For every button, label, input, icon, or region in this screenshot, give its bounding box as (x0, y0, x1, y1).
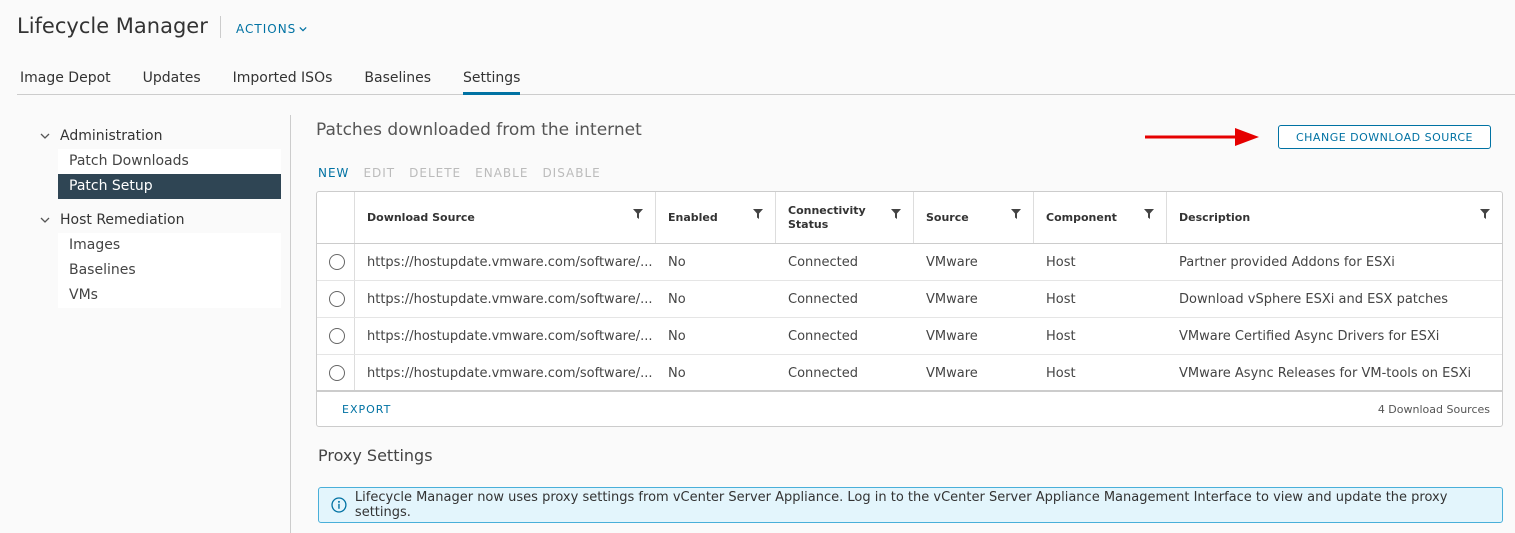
new-button[interactable]: NEW (318, 166, 349, 180)
cell-connectivity-status: Connected (788, 291, 859, 307)
chevron-down-icon (299, 26, 307, 32)
grid-footer: EXPORT 4 Download Sources (317, 390, 1502, 426)
cell-description: Partner provided Addons for ESXi (1179, 254, 1395, 270)
table-row[interactable]: https://hostupdate.vmware.com/software/.… (317, 355, 1502, 392)
cell-connectivity-status: Connected (788, 254, 859, 270)
cell-component: Host (1046, 365, 1076, 381)
tab-baselines[interactable]: Baselines (364, 62, 431, 95)
column-header-download-source[interactable]: Download Source (355, 192, 656, 243)
delete-button[interactable]: DELETE (409, 166, 461, 180)
cell-source: VMware (926, 254, 978, 270)
sidebar-item-vms[interactable]: VMs (58, 283, 281, 308)
sidebar-item-images[interactable]: Images (58, 233, 281, 258)
sidebar-item-patch-setup[interactable]: Patch Setup (58, 174, 281, 199)
row-select-cell (317, 355, 355, 391)
settings-sidebar: Administration Patch Downloads Patch Set… (37, 124, 281, 308)
annotation-arrow-icon (1145, 128, 1259, 146)
filter-icon[interactable] (753, 209, 763, 219)
select-column-header (317, 192, 355, 243)
cell-enabled: No (668, 291, 686, 307)
column-label: Enabled (668, 211, 718, 224)
row-radio-button[interactable] (329, 328, 345, 344)
cell-source: VMware (926, 328, 978, 344)
column-header-source[interactable]: Source (914, 192, 1034, 243)
filter-icon[interactable] (633, 209, 643, 219)
filter-icon[interactable] (1011, 209, 1021, 219)
cell-description: VMware Async Releases for VM-tools on ES… (1179, 365, 1472, 381)
cell-enabled: No (668, 365, 686, 381)
proxy-info-text: Lifecycle Manager now uses proxy setting… (354, 490, 1448, 520)
chevron-down-icon[interactable] (40, 131, 50, 141)
table-row[interactable]: https://hostupdate.vmware.com/software/.… (317, 318, 1502, 355)
sidebar-group-label: Administration (60, 128, 163, 144)
proxy-settings-title: Proxy Settings (318, 446, 433, 465)
cell-source: VMware (926, 291, 978, 307)
grid-toolbar: NEW EDIT DELETE ENABLE DISABLE (318, 166, 601, 180)
cell-description: Download vSphere ESXi and ESX patches (1179, 291, 1449, 307)
sidebar-group-label: Host Remediation (60, 212, 185, 228)
cell-download-source: https://hostupdate.vmware.com/software/.… (367, 365, 653, 381)
sidebar-divider (290, 115, 291, 533)
info-icon (331, 497, 347, 513)
cell-enabled: No (668, 328, 686, 344)
sidebar-item-baselines[interactable]: Baselines (58, 258, 281, 283)
app-title: Lifecycle Manager (17, 14, 208, 38)
column-header-connectivity-status[interactable]: Connectivity Status (776, 192, 914, 243)
filter-icon[interactable] (1480, 209, 1490, 219)
section-title: Patches downloaded from the internet (316, 120, 642, 140)
cell-download-source: https://hostupdate.vmware.com/software/.… (367, 291, 653, 307)
download-sources-grid: Download Source Enabled Connectivity Sta… (316, 191, 1503, 427)
change-download-source-button[interactable]: CHANGE DOWNLOAD SOURCE (1278, 125, 1491, 149)
sidebar-group-host-remediation[interactable]: Host Remediation (37, 208, 281, 232)
title-divider (220, 16, 221, 38)
actions-menu-button[interactable]: ACTIONS (236, 22, 307, 36)
row-radio-button[interactable] (329, 365, 345, 381)
filter-icon[interactable] (1144, 209, 1154, 219)
tab-settings[interactable]: Settings (463, 62, 521, 95)
tab-image-depot[interactable]: Image Depot (20, 62, 111, 95)
table-row[interactable]: https://hostupdate.vmware.com/software/.… (317, 244, 1502, 281)
cell-source: VMware (926, 365, 978, 381)
edit-button[interactable]: EDIT (363, 166, 395, 180)
column-header-component[interactable]: Component (1034, 192, 1167, 243)
cell-connectivity-status: Connected (788, 365, 859, 381)
tab-imported-isos[interactable]: Imported ISOs (233, 62, 333, 95)
tab-updates[interactable]: Updates (143, 62, 201, 95)
column-header-enabled[interactable]: Enabled (656, 192, 776, 243)
cell-description: VMware Certified Async Drivers for ESXi (1179, 328, 1440, 344)
cell-connectivity-status: Connected (788, 328, 859, 344)
column-label: Download Source (367, 211, 475, 224)
cell-component: Host (1046, 291, 1076, 307)
cell-enabled: No (668, 254, 686, 270)
row-count-label: 4 Download Sources (1377, 402, 1490, 416)
cell-download-source: https://hostupdate.vmware.com/software/.… (367, 328, 653, 344)
row-radio-button[interactable] (329, 291, 345, 307)
tab-bar: Image Depot Updates Imported ISOs Baseli… (17, 62, 1515, 95)
actions-label: ACTIONS (236, 22, 297, 36)
row-select-cell (317, 281, 355, 317)
cell-component: Host (1046, 328, 1076, 344)
row-select-cell (317, 244, 355, 280)
enable-button[interactable]: ENABLE (475, 166, 528, 180)
cell-download-source: https://hostupdate.vmware.com/software/.… (367, 254, 653, 270)
sidebar-group-administration[interactable]: Administration (37, 124, 281, 148)
grid-header: Download Source Enabled Connectivity Sta… (317, 192, 1502, 244)
row-select-cell (317, 318, 355, 354)
export-button[interactable]: EXPORT (342, 403, 391, 416)
column-label: Component (1046, 211, 1117, 224)
proxy-info-alert: Lifecycle Manager now uses proxy setting… (318, 487, 1503, 523)
column-label: Description (1179, 211, 1251, 224)
chevron-down-icon[interactable] (40, 215, 50, 225)
column-label: Source (926, 211, 969, 224)
sidebar-item-patch-downloads[interactable]: Patch Downloads (58, 149, 281, 174)
filter-icon[interactable] (891, 209, 901, 219)
disable-button[interactable]: DISABLE (542, 166, 600, 180)
cell-component: Host (1046, 254, 1076, 270)
table-row[interactable]: https://hostupdate.vmware.com/software/.… (317, 281, 1502, 318)
column-header-description[interactable]: Description (1167, 192, 1502, 243)
column-label: Connectivity Status (788, 203, 866, 231)
row-radio-button[interactable] (329, 254, 345, 270)
